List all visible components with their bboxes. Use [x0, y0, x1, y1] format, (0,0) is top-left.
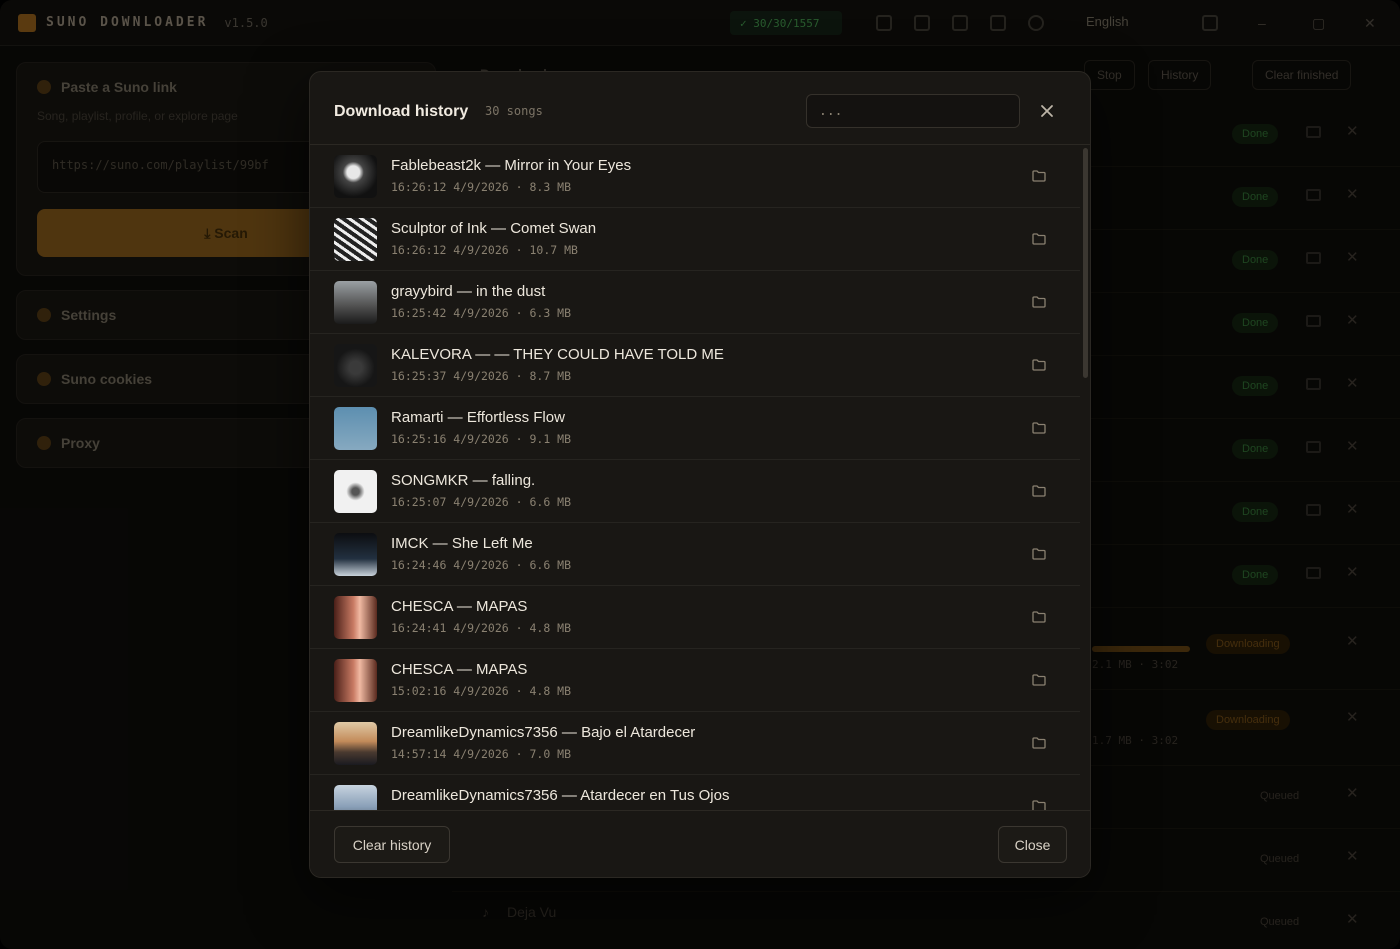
dialog-title: Download history: [334, 103, 469, 120]
song-meta: 16:24:46 4/9/2026 · 6.6 MB: [391, 558, 572, 572]
song-title: IMCK — She Left Me: [391, 535, 533, 552]
song-meta: 16:25:16 4/9/2026 · 9.1 MB: [391, 432, 572, 446]
scrollbar-thumb[interactable]: [1083, 148, 1088, 378]
cover-thumbnail: [334, 281, 377, 324]
history-item: Sculptor of Ink — Comet Swan 16:26:12 4/…: [310, 208, 1080, 271]
cover-thumbnail: [334, 470, 377, 513]
song-title: KALEVORA — — THEY COULD HAVE TOLD ME: [391, 346, 724, 363]
song-title: DreamlikeDynamics7356 — Atardecer en Tus…: [391, 787, 730, 804]
history-item: Fablebeast2k — Mirror in Your Eyes 16:26…: [310, 145, 1080, 208]
folder-icon[interactable]: [1030, 167, 1048, 185]
song-title: Fablebeast2k — Mirror in Your Eyes: [391, 157, 632, 174]
song-meta: 16:26:12 4/9/2026 · 10.7 MB: [391, 243, 578, 257]
cover-thumbnail: [334, 344, 377, 387]
history-item: KALEVORA — — THEY COULD HAVE TOLD ME 16:…: [310, 334, 1080, 397]
cover-thumbnail: [334, 218, 377, 261]
history-item: grayybird — in the dust 16:25:42 4/9/202…: [310, 271, 1080, 334]
song-title: DreamlikeDynamics7356 — Bajo el Atardece…: [391, 724, 696, 741]
cover-thumbnail: [334, 407, 377, 450]
folder-icon[interactable]: [1030, 797, 1048, 810]
history-item: SONGMKR — falling. 16:25:07 4/9/2026 · 6…: [310, 460, 1080, 523]
cover-thumbnail: [334, 659, 377, 702]
song-count: 30 songs: [485, 104, 543, 118]
song-title: CHESCA — MAPAS: [391, 661, 528, 678]
song-meta: 16:26:12 4/9/2026 · 8.3 MB: [391, 180, 572, 194]
history-search-input[interactable]: [806, 94, 1020, 128]
song-meta: 16:25:42 4/9/2026 · 6.3 MB: [391, 306, 572, 320]
song-title: SONGMKR — falling.: [391, 472, 536, 489]
cover-thumbnail: [334, 155, 377, 198]
folder-icon[interactable]: [1030, 356, 1048, 374]
folder-icon[interactable]: [1030, 419, 1048, 437]
history-item: Ramarti — Effortless Flow 16:25:16 4/9/2…: [310, 397, 1080, 460]
cover-thumbnail: [334, 722, 377, 765]
history-item: IMCK — She Left Me 16:24:46 4/9/2026 · 6…: [310, 523, 1080, 586]
history-item: DreamlikeDynamics7356 — Atardecer en Tus…: [310, 775, 1080, 810]
history-item: CHESCA — MAPAS 15:02:16 4/9/2026 · 4.8 M…: [310, 649, 1080, 712]
history-item: DreamlikeDynamics7356 — Bajo el Atardece…: [310, 712, 1080, 775]
dialog-footer: Clear history Close: [310, 810, 1090, 877]
history-list[interactable]: Fablebeast2k — Mirror in Your Eyes 16:26…: [310, 145, 1080, 810]
folder-icon[interactable]: [1030, 608, 1048, 626]
folder-icon[interactable]: [1030, 482, 1048, 500]
dialog-close-icon[interactable]: [1032, 96, 1062, 126]
song-title: Ramarti — Effortless Flow: [391, 409, 565, 426]
song-title: CHESCA — MAPAS: [391, 598, 528, 615]
close-button[interactable]: Close: [998, 826, 1067, 863]
song-meta: 15:02:16 4/9/2026 · 4.8 MB: [391, 684, 572, 698]
folder-icon[interactable]: [1030, 293, 1048, 311]
folder-icon[interactable]: [1030, 230, 1048, 248]
folder-icon[interactable]: [1030, 545, 1048, 563]
song-meta: 14:57:14 4/9/2026 · 7.0 MB: [391, 747, 572, 761]
folder-icon[interactable]: [1030, 671, 1048, 689]
folder-icon[interactable]: [1030, 734, 1048, 752]
dialog-header: Download history 30 songs: [310, 72, 1090, 145]
clear-history-button[interactable]: Clear history: [334, 826, 450, 863]
song-meta: 16:25:07 4/9/2026 · 6.6 MB: [391, 495, 572, 509]
download-history-dialog: Download history 30 songs Fablebeast2k —…: [309, 71, 1091, 878]
song-meta: 16:24:41 4/9/2026 · 4.8 MB: [391, 621, 572, 635]
song-title: grayybird — in the dust: [391, 283, 546, 300]
cover-thumbnail: [334, 596, 377, 639]
song-meta: 16:25:37 4/9/2026 · 8.7 MB: [391, 369, 572, 383]
song-title: Sculptor of Ink — Comet Swan: [391, 220, 597, 237]
history-item: CHESCA — MAPAS 16:24:41 4/9/2026 · 4.8 M…: [310, 586, 1080, 649]
cover-thumbnail: [334, 533, 377, 576]
cover-thumbnail: [334, 785, 377, 810]
